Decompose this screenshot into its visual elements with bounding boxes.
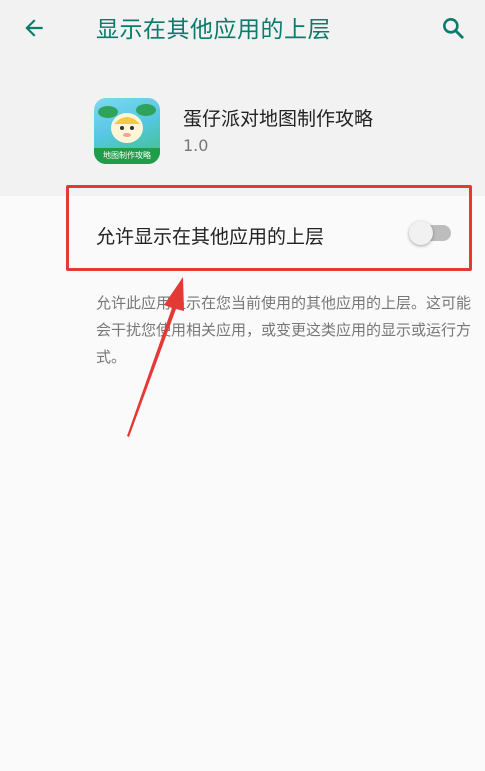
page-title: 显示在其他应用的上层	[96, 17, 331, 43]
back-button[interactable]	[14, 8, 54, 48]
app-icon: 地图制作攻略	[94, 98, 160, 164]
setting-label: 允许显示在其他应用的上层	[96, 226, 325, 248]
toggle-thumb	[409, 221, 433, 245]
app-version: 1.0	[183, 136, 209, 155]
app-icon-caption: 地图制作攻略	[94, 148, 160, 164]
app-info-header: 地图制作攻略 蛋仔派对地图制作攻略 1.0	[0, 56, 485, 196]
search-icon	[443, 18, 464, 39]
app-name: 蛋仔派对地图制作攻略	[183, 108, 374, 130]
app-bar: 显示在其他应用的上层	[0, 0, 485, 56]
display-over-other-apps-setting[interactable]: 允许显示在其他应用的上层	[0, 196, 485, 274]
permission-description: 允许此应用显示在您当前使用的其他应用的上层。这可能会干扰您使用相关应用，或变更这…	[96, 294, 472, 366]
permission-toggle[interactable]	[409, 221, 453, 245]
arrow-left-icon	[25, 19, 43, 37]
search-button[interactable]	[433, 8, 473, 48]
